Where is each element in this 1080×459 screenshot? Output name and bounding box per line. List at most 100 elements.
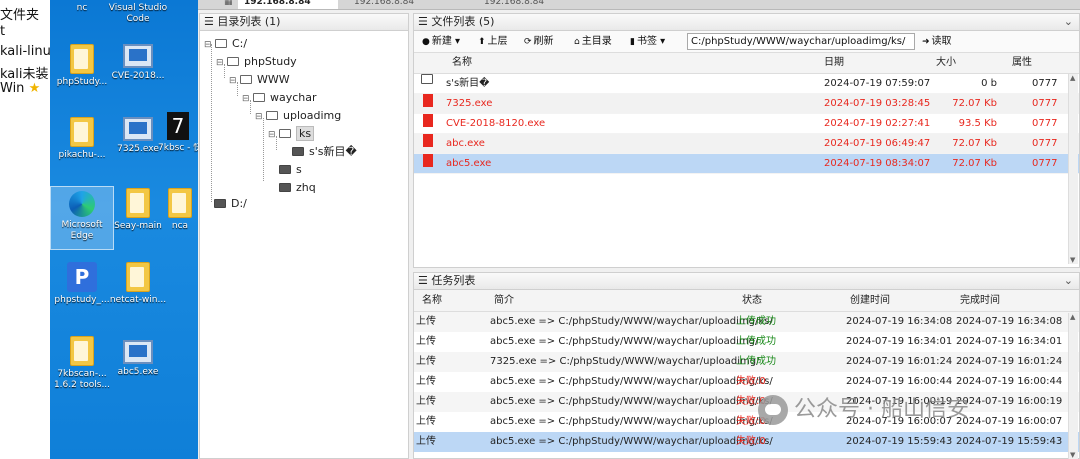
- desktop-icon-abc5[interactable]: abc5.exe: [106, 340, 170, 378]
- col-size[interactable]: 大小: [936, 53, 956, 73]
- desktop-icon-label: phpstudy_...: [54, 295, 110, 305]
- table-row[interactable]: 上传 abc5.exe => C:/phpStudy/WWW/waychar/u…: [414, 392, 1079, 412]
- new-button[interactable]: ● 新建 ▾: [422, 34, 460, 50]
- table-row[interactable]: 上传 abc5.exe => C:/phpStudy/WWW/waychar/u…: [414, 332, 1079, 352]
- desktop-icon-label: Seay-main: [114, 221, 162, 231]
- scroll-down-icon[interactable]: ▼: [1070, 451, 1075, 459]
- collapse-icon[interactable]: ⊟: [229, 73, 237, 89]
- chevron-down-icon[interactable]: ⌄: [1064, 273, 1073, 289]
- folder-icon: [70, 44, 94, 74]
- selected-node-label: ks: [296, 126, 315, 141]
- scroll-down-icon[interactable]: ▼: [1070, 256, 1075, 264]
- col-status[interactable]: 状态: [742, 290, 762, 312]
- panel-title: 任务列表: [431, 274, 476, 287]
- note-line: t: [0, 24, 6, 39]
- file-toolbar: ● 新建 ▾ ⬆ 上层 ⟳ 刷新 ⌂ 主目录 ▮ 书签 ▾ C:/phpStudy/WWW…: [414, 31, 1079, 53]
- collapse-icon[interactable]: ⊟: [204, 37, 212, 53]
- tab-session-1[interactable]: 192.168.8.84: [238, 0, 338, 9]
- tree-node-new-folder[interactable]: s's新目�: [292, 144, 357, 160]
- file-icon: [423, 134, 433, 147]
- note-line: kali-linu: [0, 44, 50, 59]
- tree-node-waychar[interactable]: ⊟ waychar: [242, 90, 317, 106]
- list-icon: ☰: [204, 15, 218, 28]
- status-badge: 上传成功: [736, 356, 776, 367]
- folder-icon: [126, 262, 150, 292]
- folder-icon: [292, 147, 304, 156]
- table-row[interactable]: CVE-2018-8120.exe 2024-07-19 02:27:41 93…: [414, 114, 1079, 134]
- desktop-icon-7kbsc[interactable]: 7 7kbsc - 快捷: [158, 112, 198, 154]
- task-scrollbar[interactable]: ▲ ▼: [1068, 313, 1078, 459]
- table-row[interactable]: s's新目� 2024-07-19 07:59:07 0 b 0777: [414, 74, 1079, 94]
- desktop-icon-seay[interactable]: Seay-main: [106, 188, 170, 232]
- desktop-icon-cve[interactable]: CVE-2018...: [106, 44, 170, 82]
- desktop-icon-netcat[interactable]: netcat-win...: [106, 262, 170, 306]
- collapse-icon[interactable]: ⊟: [268, 127, 276, 143]
- table-row[interactable]: 上传 abc5.exe => C:/phpStudy/WWW/waychar/u…: [414, 412, 1079, 432]
- tab-session-2[interactable]: 192.168.8.84: [348, 0, 468, 9]
- panel-title: 目录列表 (1): [217, 15, 281, 28]
- panel-title: 文件列表 (5): [431, 15, 495, 28]
- table-row-selected[interactable]: abc5.exe 2024-07-19 08:34:07 72.07 Kb 07…: [414, 154, 1079, 174]
- desktop-icon-pikachu[interactable]: pikachu-...: [50, 117, 114, 161]
- file-manager-window: ▦ 192.168.8.84 192.168.8.84 192.168.8.84…: [198, 0, 1080, 459]
- desktop-icon-phpstudy-folder[interactable]: phpStudy...: [50, 44, 114, 88]
- desktop-icon-nca[interactable]: nca: [162, 188, 198, 232]
- table-row-selected[interactable]: 上传 abc5.exe => C:/phpStudy/WWW/waychar/u…: [414, 432, 1079, 452]
- table-row[interactable]: abc.exe 2024-07-19 06:49:47 72.07 Kb 077…: [414, 134, 1079, 154]
- tree-node-zhq[interactable]: zhq: [279, 180, 316, 196]
- folder-icon: [240, 75, 252, 84]
- refresh-button[interactable]: ⟳ 刷新: [524, 34, 554, 50]
- status-badge: 失败:0: [736, 376, 766, 387]
- collapse-icon[interactable]: ⊟: [255, 109, 263, 125]
- file-scrollbar[interactable]: ▲ ▼: [1068, 74, 1078, 264]
- directory-tree-panel: ☰ 目录列表 (1) ⊟ C:/ ⊟ phpStudy ⊟ WWW ⊟ waychar …: [199, 13, 409, 459]
- collapse-icon[interactable]: ⊟: [216, 55, 224, 71]
- col-name[interactable]: 名称: [422, 290, 442, 312]
- exe-icon: [123, 44, 153, 68]
- file-list-panel: ☰ 文件列表 (5) ⌄ ● 新建 ▾ ⬆ 上层 ⟳ 刷新 ⌂ 主目录 ▮ 书签 ▾ C:…: [413, 13, 1080, 268]
- tree-node-uploadimg[interactable]: ⊟ uploadimg: [255, 108, 341, 124]
- col-attr[interactable]: 属性: [1012, 53, 1032, 73]
- tab-session-3[interactable]: 192.168.8.84: [478, 0, 598, 9]
- tree-node-s[interactable]: s: [279, 162, 302, 178]
- table-row[interactable]: 7325.exe 2024-07-19 03:28:45 72.07 Kb 07…: [414, 94, 1079, 114]
- col-name[interactable]: 名称: [452, 53, 472, 73]
- tree-node-ks[interactable]: ⊟ ks: [268, 126, 315, 143]
- home-button[interactable]: ⌂ 主目录: [574, 34, 612, 50]
- desktop-icon-label: 7kbscan-... 1.6.2 tools...: [53, 369, 111, 390]
- table-row[interactable]: 上传 7325.exe => C:/phpStudy/WWW/waychar/u…: [414, 352, 1079, 372]
- col-date[interactable]: 日期: [824, 53, 844, 73]
- folder-icon: [279, 183, 291, 192]
- tree-node-c[interactable]: ⊟ C:/: [204, 36, 247, 52]
- refresh-icon: ⟳: [524, 37, 532, 47]
- grid-icon[interactable]: ▦: [218, 0, 233, 9]
- desktop-icon-label: 7kbsc - 快捷: [158, 143, 198, 153]
- table-row[interactable]: 上传 abc5.exe => C:/phpStudy/WWW/waychar/u…: [414, 372, 1079, 392]
- folder-icon: [253, 93, 265, 102]
- chevron-down-icon[interactable]: ⌄: [1064, 14, 1073, 30]
- desktop-icon-phpstudy-shortcut[interactable]: P phpstudy_...: [50, 262, 114, 306]
- col-desc[interactable]: 简介: [494, 290, 514, 312]
- read-button[interactable]: ➜ 读取: [922, 34, 952, 50]
- up-arrow-icon: ⬆: [478, 37, 486, 47]
- star-icon: ★: [28, 81, 41, 96]
- desktop-icon-nc[interactable]: nc: [50, 0, 114, 14]
- up-button[interactable]: ⬆ 上层: [478, 34, 508, 50]
- path-input[interactable]: C:/phpStudy/WWW/waychar/uploadimg/ks/: [687, 33, 915, 50]
- wechat-icon: [758, 395, 788, 425]
- col-created[interactable]: 创建时间: [850, 290, 890, 312]
- collapse-icon[interactable]: ⊟: [242, 91, 250, 107]
- col-done[interactable]: 完成时间: [960, 290, 1000, 312]
- tree-node-phpstudy[interactable]: ⊟ phpStudy: [216, 54, 297, 70]
- desktop-icon-7kbscan-folder[interactable]: 7kbscan-... 1.6.2 tools...: [50, 336, 114, 391]
- desktop-icon-vscode[interactable]: Visual Studio Code: [106, 0, 170, 25]
- table-row[interactable]: 上传 abc5.exe => C:/phpStudy/WWW/waychar/u…: [414, 312, 1079, 332]
- tree-node-d[interactable]: D:/: [214, 196, 247, 212]
- tree-node-www[interactable]: ⊟ WWW: [229, 72, 290, 88]
- folder-icon: [421, 74, 433, 84]
- desktop-icon-label: nc: [76, 3, 88, 13]
- scroll-up-icon[interactable]: ▲: [1070, 313, 1075, 321]
- scroll-up-icon[interactable]: ▲: [1070, 74, 1075, 82]
- desktop-icon-edge[interactable]: Microsoft Edge: [50, 186, 114, 250]
- bookmark-button[interactable]: ▮ 书签 ▾: [630, 34, 665, 50]
